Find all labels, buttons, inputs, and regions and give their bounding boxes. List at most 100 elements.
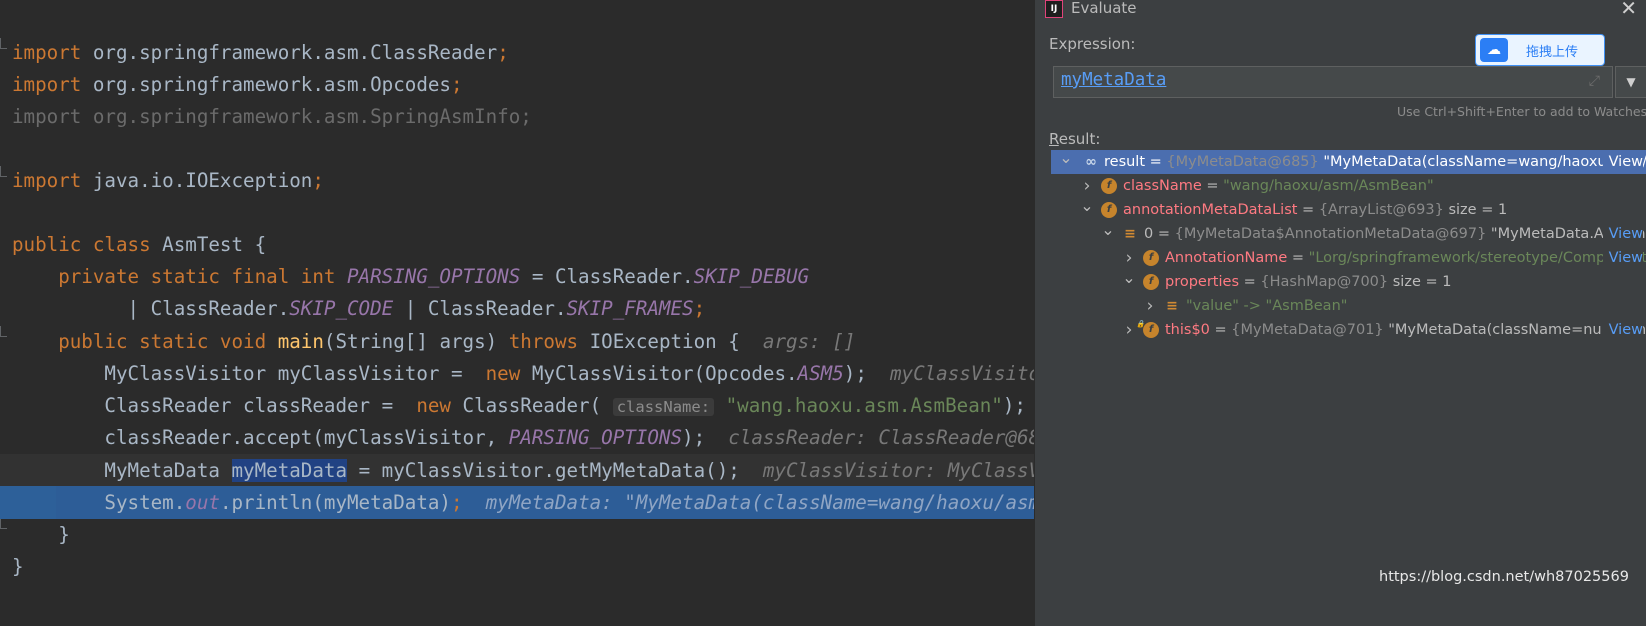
code-token: } [12,523,70,546]
code-line[interactable]: System.out.println(myMetaData); myMetaDa… [0,486,1034,519]
expand-icon[interactable]: ⤢ [1589,73,1600,89]
object-type: {ArrayList@693} [1318,202,1444,218]
code-token: new [474,362,521,385]
variable-name: result [1104,154,1146,170]
code-token: java.io.IOException [81,169,313,192]
string-value: "Lorg/springframework/stereotype/Compone… [1308,250,1646,266]
code-line[interactable]: private static final int PARSING_OPTIONS… [0,260,1034,293]
code-token: ; [312,169,324,192]
inline-debug-value: myClassVisitor: MyClassVisitor@686 [889,362,1034,385]
code-token: classReader.accept(myClassVisitor, [12,426,509,449]
dialog-title: Evaluate [1071,0,1137,17]
history-dropdown-button[interactable]: ▼ [1615,66,1646,98]
result-mnemonic: R [1049,130,1059,148]
field-icon: f [1143,274,1159,290]
code-line[interactable]: ClassReader classReader = new ClassReade… [0,389,1034,422]
code-token: ; [450,73,463,96]
view-link[interactable]: View [1602,246,1643,270]
code-token: out [185,491,220,514]
code-token: SKIP_DEBUG [693,265,810,288]
code-token: org.springframework.asm.Opcodes [81,73,451,96]
code-token: } [12,555,24,578]
tree-node[interactable]: › f AnnotationName = "Lorg/springframework… [1051,246,1646,270]
code-line[interactable]: classReader.accept(myClassVisitor, PARSI… [0,421,1034,454]
watches-hint: Use Ctrl+Shift+Enter to add to Watches [1397,104,1646,119]
code-line[interactable]: } [0,518,1034,551]
chevron-right-icon[interactable]: › [1143,294,1157,318]
evaluate-dialog: IJ Evaluate ✕ Expression: ☁ 拖拽上传 myMetaD… [1034,0,1646,626]
tree-node[interactable]: ›f this$0 = {MyMetaData@701} "MyMetaData(… [1051,318,1646,342]
code-line[interactable]: import java.io.IOException; [0,164,1034,197]
code-line[interactable]: import org.springframework.asm.SpringAsm… [0,100,1034,133]
code-line-text: } [12,518,70,551]
chevron-down-icon[interactable]: ⌄ [1059,150,1073,170]
code-line-text: } [12,550,24,583]
field-icon: f [1101,202,1117,218]
code-editor[interactable]: import org.springframework.asm.ClassRead… [0,0,1034,626]
chevron-down-icon[interactable]: ⌄ [1080,198,1094,218]
code-line-text: ClassReader classReader = new ClassReade… [12,389,1026,424]
tree-node[interactable]: › f className = "wang/haoxu/asm/AsmBean" [1051,174,1646,198]
chevron-right-icon[interactable]: › [1122,246,1136,270]
object-type: {MyMetaData$AnnotationMetaData@697} [1174,226,1487,242]
code-line[interactable]: public static void main(String[] args) t… [0,325,1034,358]
expression-input[interactable]: myMetaData ⤢ [1053,66,1613,98]
code-token: | ClassReader. [12,297,290,320]
chevron-right-icon[interactable]: › [1080,174,1094,198]
code-token: (String[] args) [323,330,498,353]
code-line[interactable]: public class AsmTest { [0,228,1034,261]
tree-node-text: result = {MyMetaData@685} "MyMetaData(cl… [1104,150,1646,174]
result-tree[interactable]: ⌄ ∞ result = {MyMetaData@685} "MyMetaData(… [1051,150,1646,342]
result-label: Result: [1049,130,1100,148]
variable-name: this$0 [1165,322,1210,338]
inline-debug-value: myClassVisitor: MyClassVisitor@686 [762,459,1034,482]
tree-node-text: properties = {HashMap@700} size = 1 [1165,270,1451,294]
chevron-down-icon[interactable]: ⌄ [1122,270,1136,290]
view-link[interactable]: View [1602,318,1643,342]
tree-node[interactable]: ⌄ f properties = {HashMap@700} size = 1 [1051,270,1646,294]
tree-node[interactable]: ⌄ f annotationMetaDataList = {ArrayList@69… [1051,198,1646,222]
close-icon[interactable]: ✕ [1620,0,1637,20]
code-token: new [404,394,451,417]
code-token: ); [1002,394,1026,417]
code-line[interactable]: import org.springframework.asm.Opcodes; [0,68,1034,101]
upload-button-label: 拖拽上传 [1526,45,1579,60]
code-line[interactable]: import org.springframework.asm.ClassRead… [0,36,1034,69]
object-type: {HashMap@700} [1260,274,1389,290]
watch-result-icon: ∞ [1085,154,1097,170]
tree-node[interactable]: ⌄ ∞ result = {MyMetaData@685} "MyMetaData(… [1051,150,1646,174]
chevron-right-icon[interactable]: › [1122,318,1136,342]
code-line[interactable]: | ClassReader.SKIP_CODE | ClassReader.SK… [0,292,1034,325]
code-line[interactable]: MyClassVisitor myClassVisitor = new MyCl… [0,357,1034,390]
code-token: public static void [12,330,267,353]
variable-name: 0 [1144,226,1154,242]
view-link[interactable]: View [1602,222,1643,246]
variable-name: AnnotationName [1165,250,1288,266]
code-token: = ClassReader. [520,265,694,288]
view-link[interactable]: View [1602,150,1643,174]
code-token: MyMetaData [12,459,232,482]
array-element-icon: ≡ [1124,226,1136,242]
code-token: main [266,330,324,353]
tree-node[interactable]: › ≡ "value" -> "AsmBean" [1051,294,1646,318]
upload-button[interactable]: ☁ 拖拽上传 [1475,34,1605,66]
code-line[interactable]: MyMetaData myMetaData = myClassVisitor.g… [0,454,1034,487]
code-line-text: private static final int PARSING_OPTIONS… [12,260,809,293]
chevron-down-icon[interactable]: ⌄ [1101,222,1115,242]
code-line[interactable]: } [0,550,1034,583]
equals-sign: = [1287,250,1309,266]
code-token: AsmTest { [150,233,267,256]
code-token: ASM5 [797,362,844,385]
expression-label: Expression: [1049,35,1136,53]
field-icon: f [1143,250,1159,266]
equals-sign: = [1209,322,1232,338]
code-line-text: MyClassVisitor myClassVisitor = new MyCl… [12,357,1034,390]
code-token: ); [682,426,717,449]
code-token: MyClassVisitor(Opcodes. [520,362,798,385]
equals-sign: = [1297,202,1319,218]
code-token: ClassReader classReader = [12,394,405,417]
variable-value: size = 1 [1388,274,1452,290]
tree-node[interactable]: ⌄ ≡ 0 = {MyMetaData$AnnotationMetaData@697… [1051,222,1646,246]
tree-node-text: 0 = {MyMetaData$AnnotationMetaData@697} … [1144,222,1646,246]
tree-node-text: annotationMetaDataList = {ArrayList@693}… [1123,198,1507,222]
